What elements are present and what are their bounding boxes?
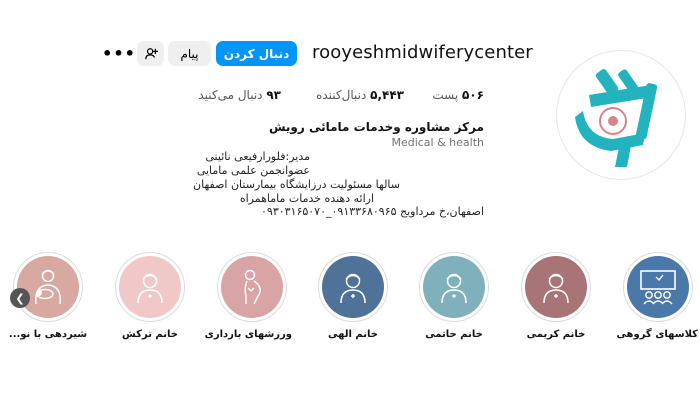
highlight-item[interactable]: خانم کریمی bbox=[516, 252, 596, 340]
follow-button[interactable]: دنبال کردن bbox=[216, 41, 297, 66]
highlight-cover bbox=[17, 256, 79, 318]
add-person-icon bbox=[144, 47, 158, 59]
following-count: ۹۳ bbox=[266, 88, 281, 102]
profile-avatar[interactable] bbox=[556, 50, 686, 180]
highlight-ring bbox=[115, 252, 185, 322]
bio-line: اصفهان،خ مرداویج ۰۹۱۳۳۶۸۰۹۶۵_۰۹۳۰۳۱۶۵۰۷۰ bbox=[261, 205, 484, 218]
followers-label: دنبال‌کننده bbox=[316, 88, 367, 102]
highlight-cover bbox=[525, 256, 587, 318]
highlight-cover bbox=[119, 256, 181, 318]
followers-stat[interactable]: ۵,۴۴۳ دنبال‌کننده bbox=[316, 88, 404, 102]
nurse-icon bbox=[340, 273, 366, 304]
posts-label: پست bbox=[432, 88, 459, 102]
pregnant-icon bbox=[244, 269, 261, 305]
highlight-label: شیردهی با نو... bbox=[8, 329, 88, 340]
nurse-icon bbox=[543, 273, 569, 304]
bio-line: مدیر:فلورارفیعی نائینی bbox=[205, 150, 310, 163]
suggest-user-button[interactable] bbox=[137, 41, 164, 66]
bio-line: عضوانجمن علمی مامایی bbox=[196, 164, 310, 177]
highlight-cover bbox=[221, 256, 283, 318]
highlight-item[interactable]: خانم الهی bbox=[313, 252, 393, 340]
highlight-label: خانم الهی bbox=[328, 329, 378, 340]
highlight-ring bbox=[623, 252, 693, 322]
highlight-item[interactable]: کلاسهای گروهی bbox=[616, 252, 698, 340]
breastfeeding-icon bbox=[35, 269, 61, 305]
highlights-scroll-left-button[interactable]: ❮ bbox=[10, 288, 30, 308]
highlight-label: خانم ترکش bbox=[122, 329, 178, 340]
posts-stat: ۵۰۶ پست bbox=[432, 88, 484, 102]
more-options-button[interactable]: ••• bbox=[102, 41, 135, 66]
highlight-label: خانم کریمی bbox=[526, 329, 586, 340]
highlight-ring bbox=[13, 252, 83, 322]
profile-username: rooyeshmidwiferycenter bbox=[312, 42, 533, 63]
chevron-left-icon: ❮ bbox=[15, 291, 25, 305]
highlight-ring bbox=[217, 252, 287, 322]
highlight-label: ورزشهای بارداری bbox=[204, 329, 292, 340]
following-stat[interactable]: ۹۳ دنبال می‌کنید bbox=[198, 88, 281, 102]
message-button[interactable]: پیام bbox=[168, 41, 211, 66]
highlight-cover bbox=[627, 256, 689, 318]
highlight-item[interactable]: خانم ترکش bbox=[110, 252, 190, 340]
posts-count: ۵۰۶ bbox=[462, 88, 484, 102]
highlight-ring bbox=[419, 252, 489, 322]
highlight-label: کلاسهای گروهی bbox=[616, 329, 698, 340]
highlight-label: خانم حاتمی bbox=[425, 329, 483, 340]
nurse-icon bbox=[137, 273, 163, 304]
bio-name: مرکز مشاوره وخدمات مامائی رویش bbox=[268, 120, 484, 134]
followers-count: ۵,۴۴۳ bbox=[370, 88, 404, 102]
highlight-ring bbox=[318, 252, 388, 322]
highlight-cover bbox=[423, 256, 485, 318]
rooyesh-logo-icon bbox=[575, 69, 658, 167]
highlight-item[interactable]: ورزشهای بارداری bbox=[204, 252, 292, 340]
bio-category: Medical & health bbox=[391, 136, 484, 149]
highlight-ring bbox=[521, 252, 591, 322]
following-label: دنبال می‌کنید bbox=[198, 88, 263, 102]
group-class-icon bbox=[640, 270, 676, 305]
bio-line: ارائه دهنده خدمات ماماهمراه bbox=[239, 192, 374, 205]
bio-line: سالها مسئولیت درزایشگاه بیمارستان اصفهان bbox=[193, 178, 400, 191]
nurse-icon bbox=[441, 273, 467, 304]
highlight-cover bbox=[322, 256, 384, 318]
highlight-item[interactable]: خانم حاتمی bbox=[414, 252, 494, 340]
